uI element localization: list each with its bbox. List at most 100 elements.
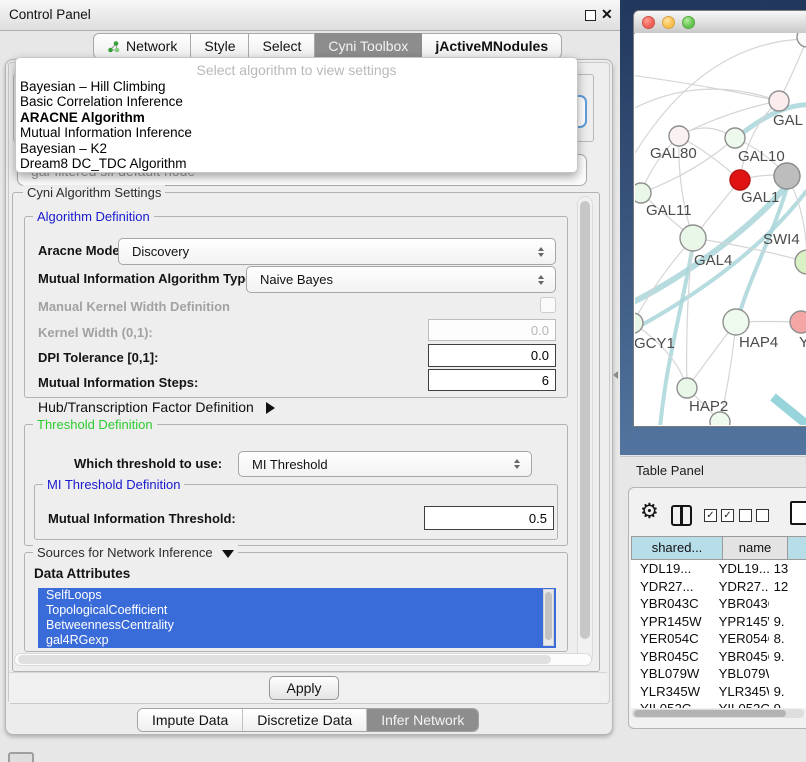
tab-jactivemnodules[interactable]: jActiveMNodules (422, 33, 562, 59)
table-row[interactable]: YBR043CYBR043C (631, 595, 806, 613)
tab-select[interactable]: Select (249, 33, 315, 59)
attribute-item-topologicalcoefficient[interactable]: TopologicalCoefficient (38, 603, 556, 618)
attribute-item-gal4rgexp[interactable]: gal4RGexp (38, 633, 556, 648)
network-window[interactable]: GALGAL80GAL10GAL1GAL11GAL4SWI4GCY1HAP4YH… (633, 10, 806, 427)
scrollbar-thumb[interactable] (18, 655, 551, 664)
bottom-tab-discretize-data[interactable]: Discretize Data (242, 709, 366, 731)
table-cell: 13 (769, 560, 806, 578)
apply-button[interactable]: Apply (269, 676, 339, 700)
network-graph[interactable]: GALGAL80GAL10GAL1GAL11GAL4SWI4GCY1HAP4YH… (635, 33, 806, 425)
node-gal-partial[interactable] (769, 91, 789, 111)
corner-chip-icon[interactable] (8, 752, 34, 762)
node-label-gal10: GAL10 (738, 148, 785, 165)
close-traffic-light[interactable] (642, 16, 655, 29)
node-SWI4[interactable] (795, 250, 806, 274)
algorithm-item-bayesian-k2[interactable]: Bayesian – K2 (20, 141, 573, 156)
node-label-hap2: HAP2 (689, 398, 728, 415)
dropdown-placeholder: Select algorithm to view settings (16, 62, 577, 78)
node-label-gal1: GAL1 (741, 189, 779, 206)
algorithm-item-basic-correlation-inference[interactable]: Basic Correlation Inference (20, 94, 573, 109)
node-GAL4[interactable] (680, 225, 706, 251)
minimize-traffic-light[interactable] (662, 16, 675, 29)
column-header-a[interactable]: A (788, 536, 806, 560)
scrollbar-thumb[interactable] (545, 592, 552, 640)
bottom-tab-infer-network[interactable]: Infer Network (366, 709, 478, 731)
tab-network[interactable]: Network (93, 33, 191, 59)
table-row[interactable]: YPR145WYPR145W9. (631, 613, 806, 631)
node-GAL10[interactable] (725, 128, 745, 148)
mi-threshold-field[interactable] (424, 506, 554, 530)
kernel-width-field[interactable] (428, 319, 556, 341)
list-vertical-scrollbar[interactable] (543, 589, 554, 646)
node-label-gal80: GAL80 (650, 145, 697, 162)
node-top-partial[interactable] (797, 33, 806, 47)
deselect-all-columns-icon[interactable] (739, 509, 769, 522)
node-GAL1[interactable] (730, 170, 750, 190)
node-GAL80[interactable] (669, 126, 689, 146)
attribute-item-selfloops[interactable]: SelfLoops (38, 588, 556, 603)
bottom-tab-impute-data[interactable]: Impute Data (138, 709, 242, 731)
node-GAL11[interactable] (635, 183, 651, 203)
node-label-gcy1: GCY1 (635, 335, 675, 352)
checked-box-icon: ✓ (721, 509, 734, 522)
threshold-definition-title: Threshold Definition (33, 417, 157, 432)
node-HAP4[interactable] (723, 309, 749, 335)
which-threshold-combobox[interactable]: MI Threshold (238, 451, 532, 477)
cyni-settings-title: Cyni Algorithm Settings (23, 185, 165, 200)
table-row[interactable]: YBR045CYBR045C9. (631, 648, 806, 666)
tab-style[interactable]: Style (191, 33, 249, 59)
stepper-icon (533, 247, 549, 257)
node-label-hap4: HAP4 (739, 334, 778, 351)
node-gray[interactable] (774, 163, 800, 189)
select-all-columns-icon[interactable]: ✓ ✓ (704, 509, 734, 522)
settings-horizontal-scrollbar[interactable] (14, 653, 592, 666)
table-row[interactable]: YLR345WYLR345W9. (631, 683, 806, 701)
columns-icon[interactable] (671, 505, 692, 526)
data-attributes-list[interactable]: SelfLoopsTopologicalCoefficientBetweenne… (38, 588, 556, 648)
hub-definition-toggle[interactable]: Hub/Transcription Factor Definition (38, 399, 275, 415)
table-row[interactable]: YDR27...YDR27...12 (631, 578, 806, 596)
scrollbar-thumb[interactable] (634, 710, 786, 717)
node-salmon[interactable] (790, 311, 806, 333)
column-header-shared-[interactable]: shared... (631, 536, 723, 560)
settings-vertical-scrollbar[interactable] (577, 196, 593, 664)
table-row[interactable]: YER054CYER054C8. (631, 630, 806, 648)
node-HAP2[interactable] (677, 378, 697, 398)
algorithm-item-aracne-algorithm[interactable]: ARACNE Algorithm (20, 110, 573, 125)
table-row[interactable]: YBL079WYBL079W (631, 665, 806, 683)
network-canvas[interactable]: GALGAL80GAL10GAL1GAL11GAL4SWI4GCY1HAP4YH… (635, 33, 806, 425)
algorithm-definition-title: Algorithm Definition (33, 209, 154, 224)
attribute-item-betweennesscentrality[interactable]: BetweennessCentrality (38, 618, 556, 633)
table-horizontal-scrollbar[interactable] (632, 709, 804, 718)
sources-title-row[interactable]: Sources for Network Inference (33, 545, 238, 560)
algorithm-item-mutual-information-inference[interactable]: Mutual Information Inference (20, 125, 573, 140)
float-window-icon[interactable] (585, 10, 596, 21)
mi-steps-field[interactable] (428, 369, 556, 391)
algorithm-item-bayesian-hill-climbing[interactable]: Bayesian – Hill Climbing (20, 79, 573, 94)
splitter-collapse-icon[interactable] (613, 371, 618, 379)
tab-cyni-toolbox[interactable]: Cyni Toolbox (315, 33, 422, 59)
table-row[interactable]: YDL19...YDL19...13 (631, 560, 806, 578)
manual-kernel-checkbox[interactable] (540, 297, 556, 313)
aracne-mode-combobox[interactable]: Discovery (118, 238, 556, 265)
stepper-icon (509, 459, 525, 469)
algorithm-item-dream8-dc-tdc-algorithm[interactable]: Dream8 DC_TDC Algorithm (20, 156, 573, 171)
table-cell: YBL079W (631, 665, 712, 683)
gear-icon[interactable]: ⚙ (640, 500, 659, 524)
data-attributes-label: Data Attributes (34, 566, 130, 581)
scrollbar-thumb[interactable] (580, 201, 590, 639)
column-header-name[interactable]: name (723, 536, 788, 560)
zoom-traffic-light[interactable] (682, 16, 695, 29)
tab-label: Style (204, 38, 235, 54)
tab-label: Network (126, 38, 177, 54)
export-table-icon[interactable] (790, 501, 806, 525)
network-window-titlebar[interactable] (634, 11, 806, 34)
dpi-tolerance-field[interactable] (428, 344, 556, 367)
table-panel-title: Table Panel (636, 463, 704, 478)
close-icon[interactable]: ✕ (601, 6, 613, 23)
dpi-tolerance-label: DPI Tolerance [0,1]: (38, 350, 158, 365)
mi-type-combobox[interactable]: Naive Bayes (246, 266, 556, 293)
table-row[interactable]: YIL052CYIL052C9. (631, 700, 806, 708)
collapse-down-icon (222, 550, 234, 558)
table-panel-separator (620, 456, 806, 457)
